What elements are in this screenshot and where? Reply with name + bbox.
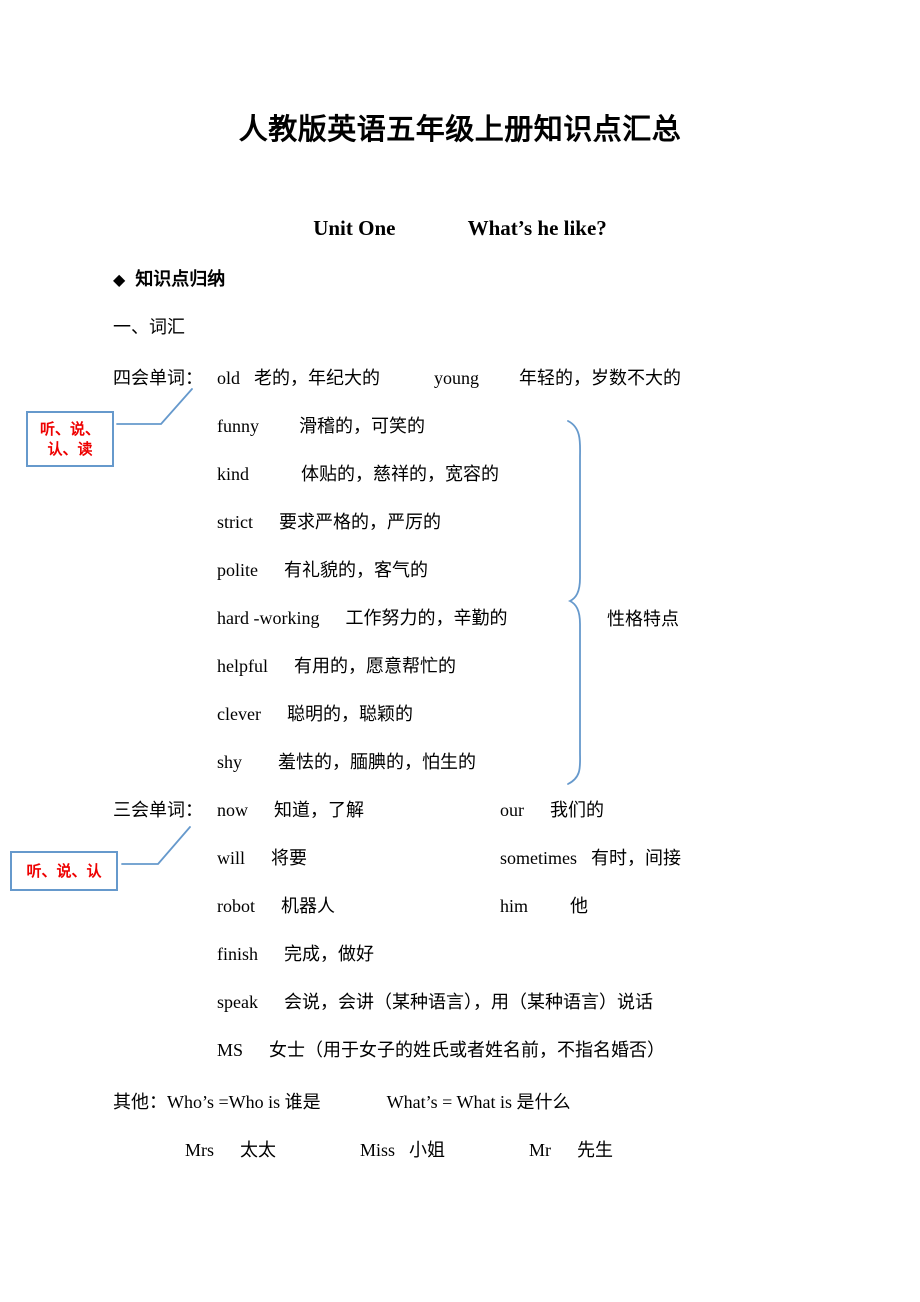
three-skills-label: 三会单词： xyxy=(113,800,203,820)
meaning-ms: 女士（用于女子的姓氏或者姓名前，不指名婚否） xyxy=(269,1040,666,1060)
title-miss-en: Miss xyxy=(360,1140,396,1160)
connector-line-three-skills xyxy=(121,826,191,865)
others-row: 其他：Who’s =Who is 谁是 What’s = What is 是什么 xyxy=(113,1088,570,1114)
meaning-young: 年轻的，岁数不大的 xyxy=(519,368,682,388)
vocab-row-him: him 他 xyxy=(500,897,588,915)
word-will: will xyxy=(217,848,246,868)
callout-box-four-skills: 听、说、 认、读 xyxy=(26,411,114,467)
callout-three-skills-text: 听、说、认 xyxy=(26,861,102,880)
meaning-sometimes: 有时，间接 xyxy=(591,848,681,868)
honorific-titles-row: Mrs 太太 Miss 小姐 Mr 先生 xyxy=(185,1136,613,1162)
vocab-row-speak: speak 会说，会讲（某种语言），用（某种语言）说话 xyxy=(217,993,653,1011)
word-sometimes: sometimes xyxy=(500,848,577,868)
meaning-helpful: 有用的，愿意帮忙的 xyxy=(294,656,456,676)
callout-box-three-skills: 听、说、认 xyxy=(10,851,118,891)
word-our: our xyxy=(500,800,524,820)
four-skills-label: 四会单词： xyxy=(113,368,203,388)
vocab-row-old: old 老的，年纪大的 young 年轻的，岁数不大的 xyxy=(217,369,681,387)
meaning-our: 我们的 xyxy=(550,800,604,820)
meaning-funny: 滑稽的，可笑的 xyxy=(299,416,425,436)
word-old: old xyxy=(217,368,241,388)
meaning-speak: 会说，会讲（某种语言），用（某种语言）说话 xyxy=(283,992,653,1012)
word-clever: clever xyxy=(217,704,261,724)
word-ms: MS xyxy=(217,1040,244,1060)
title-mr-en: Mr xyxy=(529,1140,552,1160)
vocab-row-clever: clever 聪明的，聪颖的 xyxy=(217,705,413,723)
vocab-row-ms: MS 女士（用于女子的姓氏或者姓名前，不指名婚否） xyxy=(217,1041,665,1059)
title-mrs-en: Mrs xyxy=(185,1140,215,1160)
word-finish: finish xyxy=(217,944,259,964)
word-polite: polite xyxy=(217,560,258,580)
meaning-kind: 体贴的，慈祥的，宽容的 xyxy=(301,464,500,484)
meaning-shy: 羞怯的，腼腆的，怕生的 xyxy=(278,752,477,772)
meaning-robot: 机器人 xyxy=(281,896,335,916)
meaning-strict: 要求严格的，严厉的 xyxy=(279,512,441,532)
meaning-polite: 有礼貌的，客气的 xyxy=(284,560,428,580)
meaning-will: 将要 xyxy=(271,848,308,868)
meaning-now: 知道，了解 xyxy=(274,800,364,820)
meaning-him: 他 xyxy=(570,896,589,916)
document-page: 人教版英语五年级上册知识点汇总 Unit One What’s he like?… xyxy=(0,0,920,1302)
unit-topic: What’s he like? xyxy=(467,216,607,240)
word-robot: robot xyxy=(217,896,255,916)
vocab-row-kind: kind 体贴的，慈祥的，宽容的 xyxy=(217,465,499,483)
meaning-clever: 聪明的，聪颖的 xyxy=(286,704,413,724)
vocab-row-finish: finish 完成，做好 xyxy=(217,945,374,963)
vocab-row-helpful: helpful 有用的，愿意帮忙的 xyxy=(217,657,456,675)
brace-label-personality: 性格特点 xyxy=(607,609,679,629)
word-funny: funny xyxy=(217,416,259,436)
unit-label: Unit One xyxy=(313,216,396,240)
title-mrs-zh: 太太 xyxy=(240,1140,277,1160)
connector-line-four-skills xyxy=(116,388,193,425)
vocab-row-strict: strict 要求严格的，严厉的 xyxy=(217,513,441,531)
others-label: 其他： xyxy=(113,1092,167,1112)
callout-four-line1: 听、说、 xyxy=(39,419,100,438)
vocab-row-funny: funny 滑稽的，可笑的 xyxy=(217,417,425,435)
callout-four-line2: 认、读 xyxy=(47,440,93,458)
knowledge-points-heading: ◆ 知识点归纳 xyxy=(113,265,225,291)
word-speak: speak xyxy=(217,992,258,1012)
knowledge-points-label: 知识点归纳 xyxy=(135,269,226,289)
word-strict: strict xyxy=(217,512,253,532)
title-mr-zh: 先生 xyxy=(577,1140,614,1160)
curly-brace-personality xyxy=(567,420,581,785)
word-him: him xyxy=(500,896,529,916)
page-title: 人教版英语五年级上册知识点汇总 xyxy=(238,112,682,146)
vocab-row-shy: shy 羞怯的，腼腆的，怕生的 xyxy=(217,753,476,771)
callout-four-skills-text: 听、说、 认、读 xyxy=(40,419,100,460)
diamond-bullet-icon: ◆ xyxy=(113,272,126,289)
meaning-finish: 完成，做好 xyxy=(284,944,375,964)
meaning-old: 老的，年纪大的 xyxy=(254,368,381,388)
vocab-row-our: our 我们的 xyxy=(500,801,604,819)
vocab-row-polite: polite 有礼貌的，客气的 xyxy=(217,561,428,579)
word-helpful: helpful xyxy=(217,656,268,676)
word-young: young xyxy=(434,368,480,388)
vocabulary-section-heading: 一、词汇 xyxy=(113,317,185,337)
word-now: now xyxy=(217,800,248,820)
others-item-whats: What’s = What is 是什么 xyxy=(386,1092,571,1112)
word-hard-working: hard -working xyxy=(217,608,320,628)
vocab-row-will: will 将要 xyxy=(217,849,307,867)
word-shy: shy xyxy=(217,752,243,772)
unit-heading: Unit One What’s he like? xyxy=(0,216,920,241)
vocab-row-hard-working: hard -working 工作努力的，辛勤的 xyxy=(217,609,507,627)
word-kind: kind xyxy=(217,464,250,484)
others-item-whos: Who’s =Who is 谁是 xyxy=(167,1092,321,1112)
vocab-row-now: now 知道，了解 xyxy=(217,801,364,819)
meaning-hard-working: 工作努力的，辛勤的 xyxy=(345,608,508,628)
vocab-row-robot: robot 机器人 xyxy=(217,897,335,915)
title-miss-zh: 小姐 xyxy=(409,1140,446,1160)
vocab-row-sometimes: sometimes 有时，间接 xyxy=(500,849,681,867)
